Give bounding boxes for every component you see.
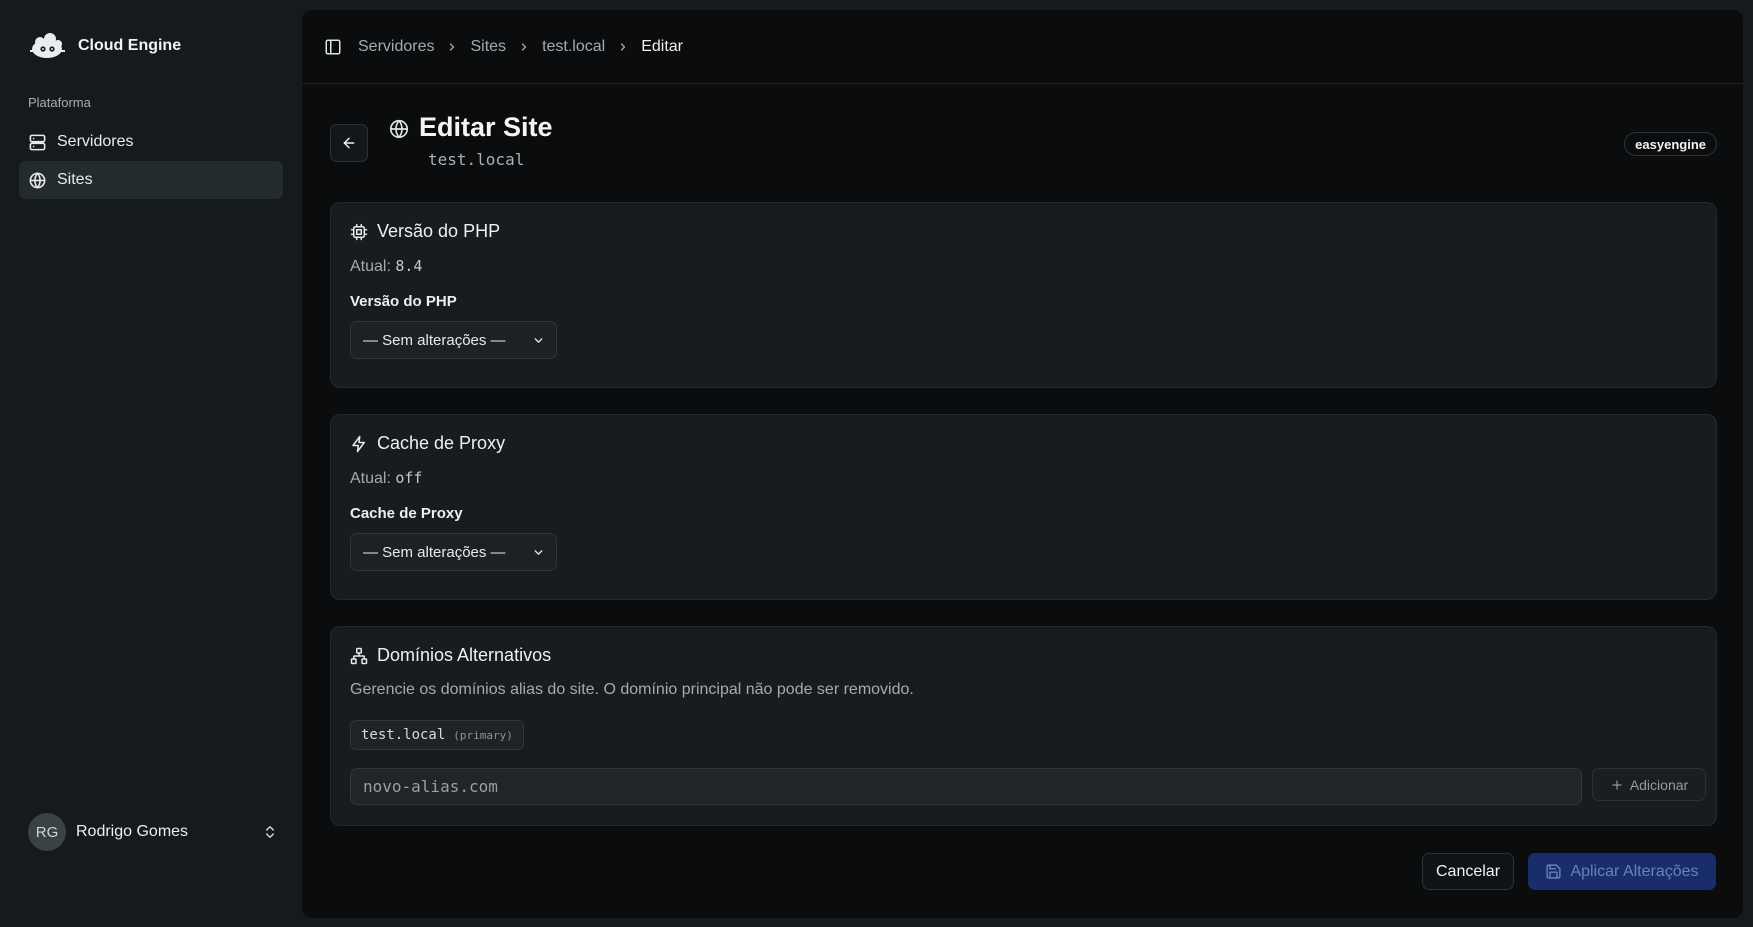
primary-domain-chip: test.local (primary) — [350, 720, 524, 750]
breadcrumb-site[interactable]: test.local — [542, 38, 605, 56]
page-subtitle: test.local — [428, 150, 525, 169]
chevron-right-icon — [518, 41, 530, 53]
php-version-select[interactable]: — Sem alterações — — [350, 321, 557, 359]
apply-button-label: Aplicar Alterações — [1570, 862, 1699, 880]
alias-domains-card: Domínios Alternativos Gerencie os domíni… — [330, 626, 1717, 826]
zap-icon — [352, 435, 365, 452]
primary-domain: test.local — [361, 727, 446, 743]
current-prefix: Atual: — [350, 258, 391, 275]
current-cache-state: off — [395, 469, 423, 487]
chevron-down-icon — [534, 338, 543, 343]
sidebar-toggle-button[interactable] — [324, 38, 342, 56]
field-label: Versão do PHP — [350, 293, 457, 310]
main-panel: Servidores Sites test.local Editar Edita… — [302, 10, 1743, 918]
field-label: Cache de Proxy — [350, 505, 463, 522]
proxy-cache-select[interactable]: — Sem alterações — — [350, 533, 557, 571]
current-value: Atual: off — [350, 469, 422, 488]
breadcrumb-servidores[interactable]: Servidores — [358, 38, 434, 56]
apply-changes-button[interactable]: Aplicar Alterações — [1528, 853, 1716, 890]
breadcrumb: Servidores Sites test.local Editar — [358, 38, 683, 56]
add-alias-button[interactable]: Adicionar — [1592, 768, 1706, 801]
cpu-icon — [350, 223, 368, 240]
sidebar: Cloud Engine Plataforma Servidores Sites… — [0, 0, 302, 927]
current-prefix: Atual: — [350, 470, 391, 487]
card-description: Gerencie os domínios alias do site. O do… — [350, 681, 914, 698]
primary-tag: (primary) — [453, 728, 513, 742]
current-php-version: 8.4 — [395, 257, 423, 275]
engine-badge: easyengine — [1624, 132, 1717, 156]
card-title: Domínios Alternativos — [350, 645, 551, 666]
network-icon — [350, 647, 368, 664]
chevron-down-icon — [534, 550, 543, 555]
arrow-left-icon — [343, 137, 355, 149]
globe-icon — [29, 172, 46, 188]
select-value: — Sem alterações — — [363, 543, 506, 561]
sidebar-item-sites[interactable]: Sites — [19, 161, 283, 199]
globe-icon — [389, 119, 409, 139]
chevron-right-icon — [617, 41, 629, 53]
sidebar-nav: Servidores Sites — [19, 123, 283, 199]
nav-section-label: Plataforma — [28, 95, 91, 110]
page-header: Editar Site test.local easyengine — [330, 112, 1717, 176]
server-icon — [29, 134, 46, 150]
php-version-card: Versão do PHP Atual: 8.4 Versão do PHP —… — [330, 202, 1717, 388]
proxy-cache-card: Cache de Proxy Atual: off Cache de Proxy… — [330, 414, 1717, 600]
sidebar-item-label: Sites — [57, 171, 93, 188]
card-title-text: Domínios Alternativos — [377, 645, 552, 665]
card-title: Versão do PHP — [350, 221, 500, 242]
user-menu[interactable]: RG Rodrigo Gomes — [28, 813, 278, 851]
back-button[interactable] — [330, 124, 368, 162]
select-value: — Sem alterações — — [363, 331, 506, 349]
cloud-engine-logo-icon — [30, 33, 65, 58]
avatar: RG — [28, 813, 66, 851]
breadcrumb-sites[interactable]: Sites — [470, 38, 506, 56]
card-title-text: Cache de Proxy — [377, 433, 506, 453]
user-name: Rodrigo Gomes — [76, 823, 189, 840]
brand[interactable]: Cloud Engine — [28, 30, 181, 62]
chevron-right-icon — [446, 41, 458, 53]
chevrons-up-down-icon — [266, 826, 274, 838]
current-value: Atual: 8.4 — [350, 257, 422, 276]
sidebar-item-label: Servidores — [57, 133, 134, 150]
card-title: Cache de Proxy — [350, 433, 505, 454]
page-title: Editar Site — [419, 112, 553, 142]
card-title-text: Versão do PHP — [377, 221, 501, 241]
plus-icon — [1612, 779, 1622, 790]
add-button-label: Adicionar — [1629, 776, 1689, 793]
panel-left-icon — [325, 39, 341, 54]
topbar: Servidores Sites test.local Editar — [302, 10, 1743, 84]
breadcrumb-current: Editar — [641, 37, 683, 55]
app-name: Cloud Engine — [78, 37, 182, 54]
sidebar-item-servidores[interactable]: Servidores — [19, 123, 283, 161]
cancel-button[interactable]: Cancelar — [1422, 853, 1514, 890]
save-icon — [1546, 864, 1562, 879]
alias-domain-input[interactable] — [350, 768, 1582, 805]
